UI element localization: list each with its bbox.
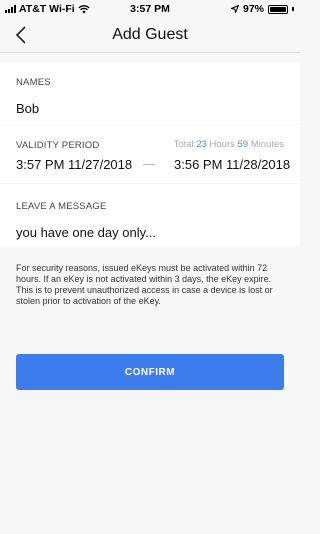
status-right: 97% (230, 3, 294, 15)
navigation-bar: Add Guest (0, 18, 300, 53)
validity-label: VALIDITY PERIOD (16, 140, 100, 151)
battery-icon (268, 4, 288, 14)
battery-percent: 97% (242, 3, 264, 15)
battery-tip (292, 7, 294, 11)
message-input[interactable]: you have one day only... (16, 225, 156, 240)
message-label: LEAVE A MESSAGE (16, 201, 107, 212)
names-input[interactable]: Bob (16, 101, 39, 116)
validity-total: Total:23 Hours 59 Minutes (174, 139, 284, 150)
validity-end-field[interactable]: 3:56 PM 11/28/2018 (174, 157, 290, 172)
page-title: Add Guest (112, 26, 188, 43)
message-section: LEAVE A MESSAGE you have one day only... (0, 184, 300, 246)
total-minutes-label: Minutes (248, 139, 284, 150)
security-notice: For security reasons, issued eKeys must … (16, 263, 273, 306)
validity-start-field[interactable]: 3:57 PM 11/27/2018 (16, 157, 132, 172)
status-bar: AT&T Wi-Fi 3:57 PM 97% (0, 0, 300, 18)
validity-section: VALIDITY PERIOD Total:23 Hours 59 Minute… (0, 125, 300, 183)
location-arrow-icon (230, 5, 239, 13)
names-section: NAMES Bob (0, 62, 300, 124)
total-prefix: Total: (173, 139, 197, 150)
date-range-separator (143, 164, 155, 165)
total-hours-value: 23 (196, 139, 207, 150)
total-hours-label: Hours (206, 139, 238, 150)
names-label: NAMES (16, 77, 51, 88)
total-minutes-value: 59 (237, 139, 249, 150)
confirm-button[interactable]: CONFIRM (16, 354, 284, 390)
